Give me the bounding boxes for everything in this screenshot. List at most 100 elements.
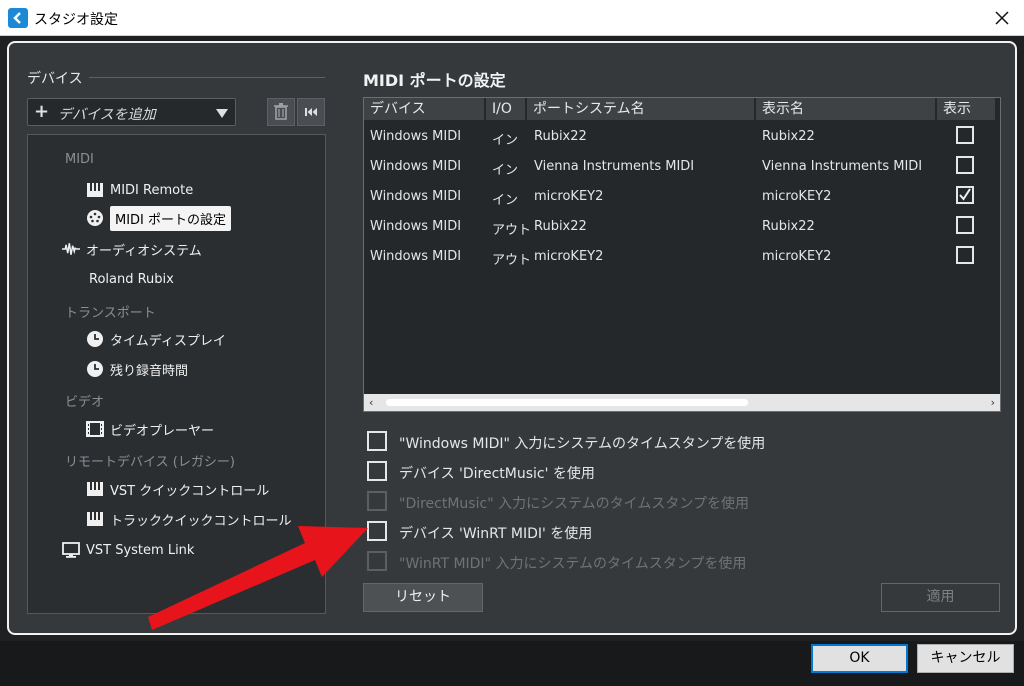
cell-port: microKEY2 [534, 249, 604, 264]
keyboard-icon [86, 480, 104, 498]
cancel-button[interactable]: キャンセル [917, 644, 1014, 673]
option-checkbox[interactable] [367, 461, 387, 481]
apply-button[interactable]: 適用 [881, 583, 1000, 612]
waveform-icon [62, 240, 80, 258]
option-label: デバイス 'DirectMusic' を使用 [399, 466, 595, 482]
scrollbar-thumb[interactable] [386, 399, 748, 406]
tree-item-vst-quick-controls[interactable]: VST クイックコントロール [86, 477, 269, 501]
cell-display-name: Rubix22 [762, 129, 815, 144]
window-title: スタジオ設定 [34, 12, 118, 28]
option-label: "DirectMusic" 入力にシステムのタイムスタンプを使用 [399, 496, 749, 512]
tree-item-label: ビデオプレーヤー [110, 423, 215, 439]
tree-category-remote-devices: リモートデバイス (レガシー) [65, 455, 235, 470]
cell-io: アウト [492, 223, 532, 238]
cell-port: Rubix22 [534, 219, 587, 234]
devices-section-title: デバイス [27, 71, 83, 87]
tree-item-time-display[interactable]: タイムディスプレイ [86, 327, 226, 351]
visible-checkbox[interactable] [956, 216, 974, 234]
cell-port: microKEY2 [534, 189, 604, 204]
horizontal-scrollbar[interactable]: ‹ › [364, 394, 1000, 411]
option-label: デバイス 'WinRT MIDI' を使用 [399, 526, 593, 542]
midi-port-icon [86, 209, 104, 227]
tree-item-label: 残り録音時間 [110, 363, 189, 379]
tree-item-vst-system-link[interactable]: VST System Link [62, 538, 194, 562]
tree-item-video-player[interactable]: ビデオプレーヤー [86, 417, 214, 441]
tree-item-label: オーディオシステム [86, 243, 202, 259]
tree-item-label: VST クイックコントロール [110, 483, 270, 499]
option-label: "Windows MIDI" 入力にシステムのタイムスタンプを使用 [399, 436, 766, 452]
chevron-down-icon [216, 109, 228, 118]
title-bar: スタジオ設定 [0, 0, 1024, 36]
cell-display-name: microKEY2 [762, 249, 832, 264]
close-icon[interactable] [990, 6, 1014, 30]
tree-item-midi-remote[interactable]: MIDI Remote [86, 178, 193, 202]
table-row[interactable]: Windows MIDI イン microKEY2 microKEY2 [364, 182, 1000, 212]
cell-device: Windows MIDI [370, 219, 462, 234]
cell-device: Windows MIDI [370, 249, 462, 264]
cubase-app-icon [8, 8, 28, 28]
column-header-display-name[interactable]: 表示名 [756, 98, 937, 120]
tree-category-midi: MIDI [65, 152, 94, 167]
tree-item-label: MIDI Remote [110, 182, 194, 198]
tree-item-audio-system[interactable]: オーディオシステム [62, 237, 202, 261]
section-divider [89, 77, 325, 78]
column-header-io[interactable]: I/O [486, 98, 527, 120]
column-header-port-system-name[interactable]: ポートシステム名 [527, 98, 756, 120]
clock-icon [86, 330, 104, 348]
keyboard-icon [86, 181, 104, 199]
cell-device: Windows MIDI [370, 189, 462, 204]
page-title: MIDI ポートの設定 [363, 71, 506, 90]
scroll-right-icon[interactable]: › [991, 396, 995, 409]
cell-port: Vienna Instruments MIDI [534, 159, 695, 174]
cell-display-name: microKEY2 [762, 189, 832, 204]
cell-device: Windows MIDI [370, 129, 462, 144]
cell-port: Rubix22 [534, 129, 587, 144]
visible-checkbox[interactable] [956, 186, 974, 204]
checkmark-icon [959, 188, 971, 201]
option-checkbox [367, 491, 387, 511]
reset-button[interactable]: リセット [363, 583, 483, 612]
main-panel: デバイス + デバイスを追加 MIDI MIDI Remote MIDI ポート… [7, 41, 1017, 635]
plus-icon: + [34, 101, 50, 122]
cell-io: イン [492, 133, 519, 148]
visible-checkbox[interactable] [956, 246, 974, 264]
table-row[interactable]: Windows MIDI アウト Rubix22 Rubix22 [364, 212, 1000, 242]
keyboard-icon [86, 510, 104, 528]
device-tree: MIDI MIDI Remote MIDI ポートの設定 オーディオシステム R… [27, 134, 326, 614]
option-checkbox[interactable] [367, 431, 387, 451]
tree-item-track-quick-controls[interactable]: トラッククイックコントロール [86, 507, 291, 531]
table-row[interactable]: Windows MIDI アウト microKEY2 microKEY2 [364, 242, 1000, 272]
reset-device-button[interactable] [297, 98, 325, 126]
scroll-left-icon[interactable]: ‹ [369, 396, 373, 409]
tree-item-remaining-record-time[interactable]: 残り録音時間 [86, 357, 188, 381]
option-label: "WinRT MIDI" 入力にシステムのタイムスタンプを使用 [399, 556, 747, 572]
film-icon [86, 420, 104, 438]
visible-checkbox[interactable] [956, 126, 974, 144]
cell-device: Windows MIDI [370, 159, 462, 174]
trash-icon [274, 103, 288, 120]
column-header-visible[interactable]: 表示 [937, 98, 997, 120]
column-header-device[interactable]: デバイス [364, 98, 486, 120]
midi-port-table: デバイス I/O ポートシステム名 表示名 表示 Windows MIDI イン… [363, 97, 1001, 412]
tree-item-label: Roland Rubix [89, 271, 174, 287]
cell-display-name: Rubix22 [762, 219, 815, 234]
option-checkbox[interactable] [367, 521, 387, 541]
skip-back-icon [305, 108, 317, 116]
tree-item-roland-rubix[interactable]: Roland Rubix [89, 267, 174, 291]
table-header: デバイス I/O ポートシステム名 表示名 表示 [364, 98, 1000, 120]
tree-item-label: タイムディスプレイ [110, 333, 226, 349]
cell-io: アウト [492, 253, 532, 268]
table-row[interactable]: Windows MIDI イン Vienna Instruments MIDI … [364, 152, 1000, 182]
ok-button[interactable]: OK [811, 644, 908, 673]
add-device-dropdown[interactable]: + デバイスを追加 [27, 98, 236, 126]
cell-display-name: Vienna Instruments MIDI [762, 159, 923, 174]
table-row[interactable]: Windows MIDI イン Rubix22 Rubix22 [364, 122, 1000, 152]
cell-io: イン [492, 163, 519, 178]
tree-item-label: トラッククイックコントロール [110, 513, 292, 529]
visible-checkbox[interactable] [956, 156, 974, 174]
tree-category-transport: トランスポート [65, 306, 156, 321]
delete-device-button[interactable] [267, 98, 295, 126]
tree-item-midi-port-settings[interactable]: MIDI ポートの設定 [86, 205, 232, 231]
tree-category-video: ビデオ [65, 395, 105, 410]
dialog-footer: OK キャンセル [0, 641, 1024, 686]
